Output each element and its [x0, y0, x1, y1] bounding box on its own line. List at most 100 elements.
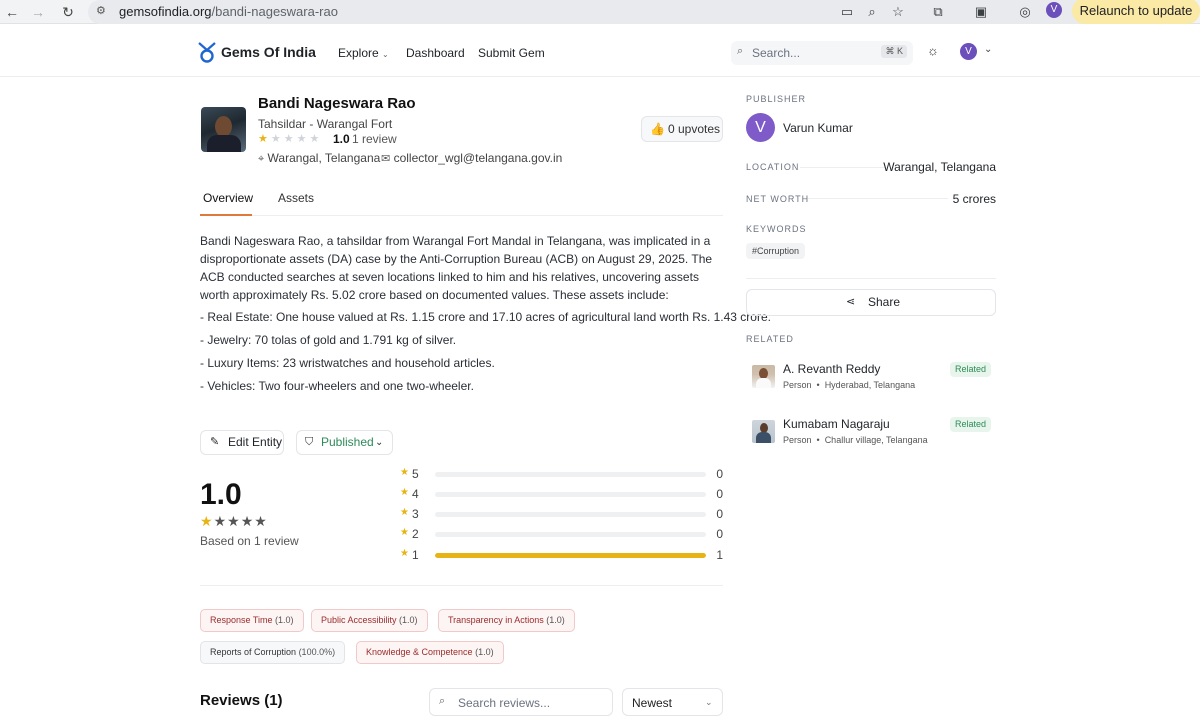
related-badge: Related — [950, 362, 992, 377]
upvote-button[interactable]: 👍 0 upvotes — [641, 116, 723, 142]
section-divider — [746, 278, 996, 279]
edit-entity-label: Edit Entity — [228, 435, 283, 449]
search-icon: ⌕ — [737, 45, 744, 57]
criteria-score: (1.0) — [546, 615, 565, 625]
review-search-input[interactable]: ⌕ Search reviews... — [429, 688, 613, 716]
star-empty-icon: ★ — [240, 513, 255, 529]
site-info-icon[interactable]: ⚙ — [96, 4, 106, 17]
distribution-count: 1 — [716, 548, 723, 562]
review-search-placeholder: Search reviews... — [458, 696, 551, 710]
thumbs-up-icon: 👍 — [650, 122, 665, 136]
criteria-label: Knowledge & Competence — [366, 647, 473, 657]
star-empty-icon: ★ — [283, 133, 297, 145]
related-photo[interactable] — [752, 365, 775, 388]
reviews-title: Reviews (1) — [200, 692, 283, 709]
publisher-label: PUBLISHER — [746, 94, 807, 104]
entity-email[interactable]: ✉ collector_wgl@telangana.gov.in — [381, 151, 562, 165]
average-rating: 1.0 — [200, 478, 242, 511]
tab-assets[interactable]: Assets — [278, 191, 314, 205]
share-icon: ⋖ — [846, 296, 856, 308]
upvote-count: 0 upvotes — [668, 122, 721, 136]
related-place: Challur village, Telangana — [824, 435, 928, 445]
cast-icon[interactable]: ▣ — [972, 3, 990, 21]
back-icon[interactable]: ← — [2, 2, 22, 22]
distribution-bar-track — [435, 512, 706, 517]
criteria-score: (1.0) — [275, 615, 294, 625]
related-meta: Person • Challur village, Telangana — [783, 435, 928, 445]
edit-entity-button[interactable]: ✎ Edit Entity — [200, 430, 284, 455]
forward-icon[interactable]: → — [28, 2, 48, 22]
brand-name[interactable]: Gems Of India — [221, 44, 316, 60]
related-photo[interactable] — [752, 420, 775, 443]
install-icon[interactable]: ▭ — [838, 3, 856, 21]
bookmark-star-icon[interactable]: ☆ — [889, 3, 907, 21]
star-empty-icon: ★ — [309, 133, 323, 145]
search-icon: ⌕ — [439, 695, 446, 707]
keyword-tag[interactable]: #Corruption — [746, 243, 806, 259]
asset-bullet: - Jewelry: 70 tolas of gold and 1.791 kg… — [200, 333, 457, 347]
distribution-bar-track — [435, 472, 706, 477]
criteria-score: (100.0%) — [298, 647, 336, 657]
criteria-chip: Transparency in Actions (1.0) — [438, 609, 575, 632]
site-search[interactable]: ⌕ Search... ⌘ K — [731, 41, 913, 65]
related-label: RELATED — [746, 334, 794, 344]
entity-location-text: Warangal, Telangana — [267, 151, 381, 165]
related-name[interactable]: Kumabam Nagaraju — [783, 417, 890, 431]
assistant-icon[interactable]: ◎ — [1016, 3, 1034, 21]
publisher-avatar[interactable]: V — [746, 113, 775, 142]
active-tab-indicator — [200, 214, 252, 216]
search-shortcut: ⌘ K — [881, 45, 907, 58]
star-icon: ★ — [400, 548, 409, 559]
mail-icon: ✉ — [381, 153, 391, 165]
star-icon: ★ — [400, 487, 409, 498]
nav-dashboard[interactable]: Dashboard — [406, 46, 465, 60]
star-icon: ★ — [400, 527, 409, 538]
related-badge: Related — [950, 417, 992, 432]
review-sort-select[interactable]: Newest ⌄ — [622, 688, 723, 716]
entity-review-count[interactable]: 1 review — [352, 132, 397, 146]
chevron-down-icon[interactable]: ⌄ — [984, 44, 992, 55]
zoom-icon[interactable]: ⌕ — [863, 3, 881, 21]
rating-distribution-row: ★ 5 0 — [400, 467, 723, 483]
status-dropdown[interactable]: ⛉ Published ⌄ — [296, 430, 393, 455]
section-divider — [200, 585, 723, 586]
url-text: gemsofindia.org/bandi-nageswara-rao — [119, 4, 338, 19]
star-icon: ★ — [400, 507, 409, 518]
star-empty-icon: ★ — [270, 133, 284, 145]
shield-icon: ⛉ — [305, 436, 314, 448]
gems-logo-icon[interactable] — [197, 41, 217, 63]
nav-submit-gem[interactable]: Submit Gem — [478, 46, 545, 60]
star-filled-icon: ★ — [258, 133, 271, 145]
browser-profile-avatar[interactable]: V — [1046, 2, 1062, 18]
asset-bullet: - Real Estate: One house valued at Rs. 1… — [200, 310, 771, 324]
map-pin-icon: ⌖ — [258, 153, 265, 165]
address-bar[interactable]: ⚙ gemsofindia.org/bandi-nageswara-rao ▭ … — [88, 0, 1122, 24]
chevron-down-icon: ⌄ — [705, 697, 713, 707]
chevron-down-icon: ⌄ — [382, 50, 389, 59]
entity-name: Bandi Nageswara Rao — [258, 95, 416, 112]
entity-rating-value: 1.0 — [333, 132, 350, 146]
row-divider — [800, 167, 885, 168]
star-empty-icon: ★ — [254, 513, 268, 529]
relaunch-button[interactable]: Relaunch to update — [1072, 0, 1200, 24]
extensions-icon[interactable]: ⧉ — [929, 3, 947, 21]
share-button[interactable]: ⋖ Share — [746, 289, 996, 316]
distribution-count: 0 — [716, 487, 723, 501]
nav-explore[interactable]: Explore ⌄ — [338, 46, 389, 60]
tab-overview[interactable]: Overview — [203, 191, 253, 205]
publisher-name[interactable]: Varun Kumar — [783, 121, 853, 135]
reload-icon[interactable]: ↻ — [58, 2, 78, 22]
related-type: Person — [783, 435, 812, 445]
theme-toggle-sun-icon[interactable]: ☼ — [927, 43, 939, 58]
entity-email-text: collector_wgl@telangana.gov.in — [393, 151, 563, 165]
review-sort-value: Newest — [632, 696, 673, 710]
row-divider — [808, 198, 948, 199]
distribution-stars: 5 — [412, 467, 419, 481]
based-on-text: Based on 1 review — [200, 534, 299, 548]
related-name[interactable]: A. Revanth Reddy — [783, 362, 880, 376]
criteria-chip: Public Accessibility (1.0) — [311, 609, 428, 632]
criteria-chip: Knowledge & Competence (1.0) — [356, 641, 504, 664]
related-meta: Person • Hyderabad, Telangana — [783, 380, 916, 390]
user-avatar[interactable]: V — [960, 43, 977, 60]
rating-distribution-row: ★ 4 0 — [400, 487, 723, 503]
